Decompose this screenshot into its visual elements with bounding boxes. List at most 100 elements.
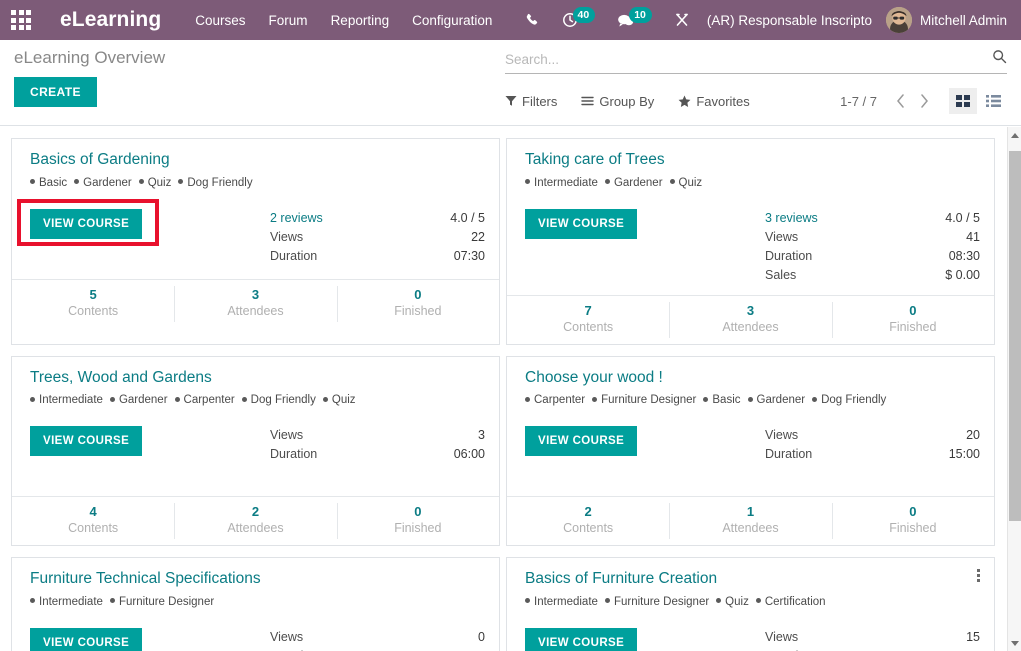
course-counter[interactable]: 4 Contents [12,497,174,545]
course-counter[interactable]: 7 Contents [507,296,669,344]
tag-bullet-icon [604,179,610,185]
tag-bullet-icon [74,179,80,185]
app-brand-elearning[interactable]: eLearning [60,8,161,32]
kanban-view-button[interactable] [949,88,977,114]
course-counter[interactable]: 2 Contents [507,497,669,545]
main-menu: Courses Forum Reporting Configuration [195,11,492,30]
filters-dropdown[interactable]: Filters [505,94,557,109]
view-course-button[interactable]: VIEW COURSE [525,627,638,651]
course-counter[interactable]: 0 Finished [831,497,994,545]
view-course-button[interactable]: VIEW COURSE [30,627,143,651]
card-menu-kebab-icon[interactable] [971,566,985,584]
pager-previous-button[interactable] [889,89,911,113]
course-counter[interactable]: 1 Attendees [669,497,831,545]
course-stat-label[interactable]: 3 reviews [765,209,818,228]
course-stat-row: Sales $ 0.00 [765,266,980,285]
view-course-button[interactable]: VIEW COURSE [525,426,638,457]
course-tag-label: Intermediate [39,595,103,608]
course-tag: Intermediate [30,394,103,406]
view-course-button[interactable]: VIEW COURSE [30,426,143,457]
avatar-image [885,7,912,33]
course-card[interactable]: Trees, Wood and Gardens Intermediate Garde… [11,355,500,547]
course-stats: Views 20 Duration 15:00 [765,426,980,486]
menu-item-forum[interactable]: Forum [269,11,308,30]
search-input[interactable] [505,51,986,67]
chevron-right-icon [920,94,928,108]
control-panel: eLearning Overview CREATE Filters [0,40,1021,126]
scroll-up-button[interactable] [1008,127,1021,143]
tag-bullet-icon [30,179,35,185]
course-counter[interactable]: 0 Finished [831,296,994,344]
phone-call-button[interactable] [514,0,551,40]
pager-next-button[interactable] [913,89,935,113]
search-icon[interactable] [992,49,1007,69]
course-title[interactable]: Basics of Gardening [30,151,485,170]
menu-item-courses[interactable]: Courses [195,11,245,30]
course-tag-label: Gardener [118,394,168,407]
scroll-down-button[interactable] [1008,635,1021,651]
course-stat-value: 41 [966,229,980,244]
course-stat-label: Views [270,428,304,443]
scroll-down-arrow-icon [1011,640,1019,646]
developer-tools-button[interactable] [663,0,701,40]
company-switcher[interactable]: (AR) Responsable Inscripto [701,13,882,28]
course-tags: Intermediate Gardener Quiz [525,176,980,191]
view-course-button-highlighted: VIEW COURSE [17,198,270,269]
control-panel-left: eLearning Overview CREATE [14,48,165,108]
menu-item-reporting[interactable]: Reporting [331,11,390,30]
favorites-dropdown[interactable]: Favorites [678,94,750,109]
course-counter[interactable]: 2 Attendees [174,497,336,545]
view-course-button-wrap: VIEW COURSE [525,208,765,285]
messaging-menu-button[interactable]: 10 [606,0,663,40]
view-course-button[interactable]: VIEW COURSE [525,208,638,239]
course-title[interactable]: Basics of Furniture Creation [525,570,980,589]
course-card[interactable]: Taking care of Trees Intermediate Gardener… [506,138,995,345]
kanban-view-icon [956,95,970,107]
course-tag-label: Intermediate [39,394,103,407]
kanban-grid: Basics of Gardening Basic Gardener Quiz Dog … [0,127,1007,651]
tag-bullet-icon [241,396,247,402]
course-tag: Dog Friendly [241,394,316,406]
menu-item-configuration[interactable]: Configuration [412,11,492,30]
course-stat-row: 2 reviews 4.0 / 5 [270,209,485,228]
course-title[interactable]: Furniture Technical Specifications [30,570,485,589]
course-tag-label: Quiz [331,394,356,407]
list-view-button[interactable] [979,88,1007,114]
course-card[interactable]: Choose your wood ! Carpenter Furniture Des… [506,355,995,547]
apps-launcher-button[interactable] [0,0,42,40]
user-menu-button[interactable]: Mitchell Admin [882,7,1021,33]
course-counter[interactable]: 3 Attendees [669,296,831,344]
course-stat-value: 07:30 [453,248,485,263]
course-counter[interactable]: 5 Contents [12,280,174,328]
course-counter-value: 2 [584,504,592,520]
course-tag: Quiz [716,596,749,608]
course-counter-label: Contents [68,521,119,536]
course-stat-row: Duration 08:30 [765,247,980,266]
course-card[interactable]: Basics of Furniture Creation Intermediate… [506,557,995,651]
course-counter[interactable]: 0 Finished [336,280,499,328]
course-card[interactable]: Basics of Gardening Basic Gardener Quiz Dog … [11,138,500,345]
course-counter[interactable]: 0 Finished [336,497,499,545]
course-counter-value: 0 [414,286,422,302]
course-stat-label: Views [270,229,304,244]
course-counter[interactable]: 3 Attendees [174,280,336,328]
course-title[interactable]: Trees, Wood and Gardens [30,369,485,388]
view-course-button[interactable]: VIEW COURSE [30,208,143,239]
course-tag: Intermediate [30,596,103,608]
course-stat-label[interactable]: 2 reviews [270,209,323,228]
create-button[interactable]: CREATE [14,77,97,108]
scrollbar-thumb[interactable] [1009,151,1021,521]
tag-bullet-icon [30,598,35,604]
activity-menu-button[interactable]: 40 [551,0,607,40]
course-card[interactable]: Furniture Technical Specifications Interm… [11,557,500,651]
vertical-scrollbar[interactable] [1007,127,1021,651]
user-avatar [885,7,912,33]
group-by-dropdown[interactable]: Group By [581,94,654,109]
course-stat-row: Duration 06:00 [270,445,485,464]
course-counter-label: Attendees [227,521,284,536]
course-tag: Carpenter [525,394,585,406]
course-title[interactable]: Taking care of Trees [525,151,980,170]
course-title[interactable]: Choose your wood ! [525,369,980,388]
course-tag-label: Dog Friendly [187,176,253,189]
search-bar[interactable] [505,49,1007,74]
